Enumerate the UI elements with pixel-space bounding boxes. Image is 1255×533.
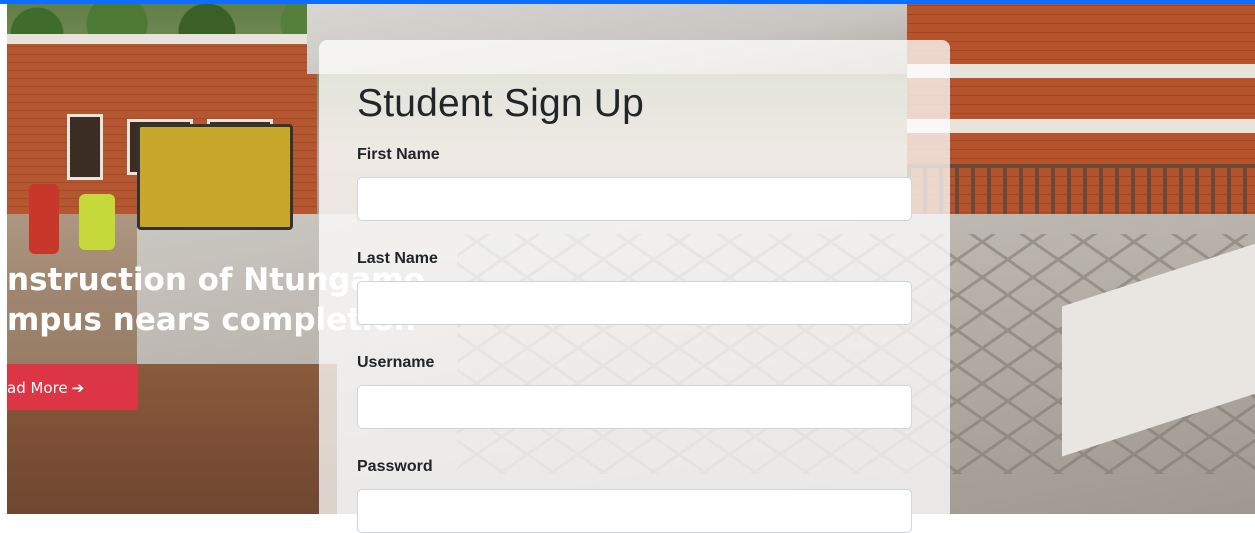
first-name-label: First Name xyxy=(357,146,440,163)
password-input[interactable] xyxy=(357,489,912,533)
password-label: Password xyxy=(357,458,433,475)
signup-card: Student Sign Up First Name Last Name Use… xyxy=(319,40,950,533)
last-name-label: Last Name xyxy=(357,250,438,267)
read-more-label: ad More xyxy=(7,379,68,397)
last-name-input[interactable] xyxy=(357,281,912,325)
background-worker xyxy=(29,184,59,254)
read-more-button[interactable]: ad More ➔ xyxy=(7,364,138,410)
background-loader-machine xyxy=(137,124,293,230)
building-band xyxy=(907,64,1255,78)
building-window xyxy=(67,114,103,180)
signup-title: Student Sign Up xyxy=(357,82,645,125)
building-band xyxy=(907,119,1255,133)
arrow-right-icon: ➔ xyxy=(71,379,85,397)
first-name-input[interactable] xyxy=(357,177,912,221)
username-input[interactable] xyxy=(357,385,912,429)
background-worker xyxy=(79,194,115,250)
username-label: Username xyxy=(357,354,435,371)
